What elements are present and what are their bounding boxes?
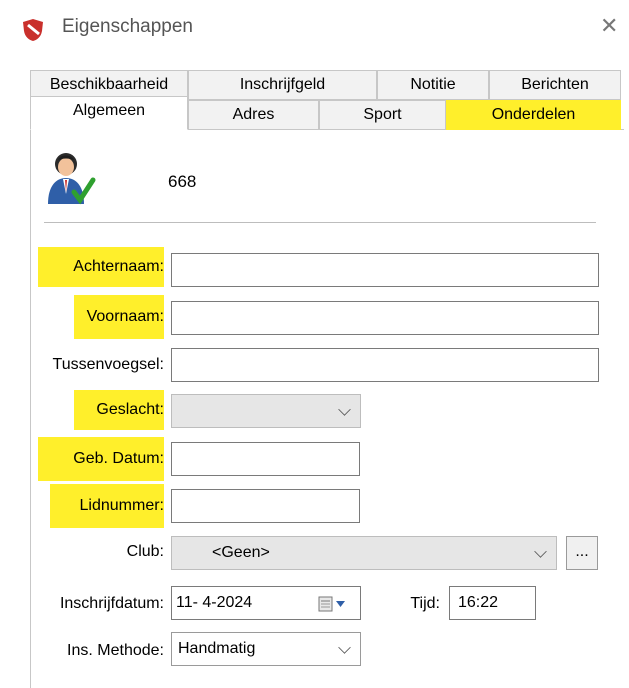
close-icon[interactable]: ✕ [600, 13, 618, 39]
tab-sport[interactable]: Sport [319, 100, 446, 130]
tab-inschrijfgeld[interactable]: Inschrijfgeld [188, 70, 377, 100]
member-id: 668 [168, 172, 197, 191]
tab-onderdelen[interactable]: Onderdelen [446, 100, 621, 130]
achternaam-field[interactable] [171, 253, 599, 287]
window-title: Eigenschappen [62, 16, 193, 37]
geb-datum-field[interactable] [171, 442, 360, 476]
chevron-down-icon [338, 641, 351, 654]
tab-label: Adres [232, 106, 275, 123]
tab-label: Beschikbaarheid [49, 76, 169, 93]
voornaam-label: Voornaam: [74, 295, 164, 339]
divider [44, 222, 596, 223]
tussenvoegsel-field[interactable] [171, 348, 599, 382]
geslacht-label: Geslacht: [74, 390, 164, 430]
tussenvoegsel-label: Tussenvoegsel: [52, 356, 164, 373]
tab-berichten[interactable]: Berichten [489, 70, 621, 100]
tab-label: Onderdelen [491, 106, 576, 123]
club-more-button[interactable]: ... [566, 536, 598, 570]
tab-label: Algemeen [72, 102, 146, 119]
tab-label: Sport [363, 106, 402, 123]
geb-datum-label: Geb. Datum: [38, 437, 164, 481]
tijd-field[interactable]: 16:22 [449, 586, 536, 620]
tab-label: Notitie [410, 76, 456, 93]
club-dropdown[interactable]: <Geen> [171, 536, 557, 570]
inschrijfdatum-label: Inschrijfdatum: [59, 595, 164, 612]
tijd-label: Tijd: [410, 595, 440, 612]
ins-methode-label: Ins. Methode: [67, 642, 164, 659]
calendar-icon[interactable] [318, 596, 348, 612]
person-check-icon [48, 153, 96, 205]
club-value: <Geen> [212, 544, 270, 561]
club-label: Club: [126, 543, 164, 560]
ins-methode-dropdown[interactable]: Handmatig [171, 632, 361, 666]
tab-label: Berichten [521, 76, 589, 93]
lidnummer-field[interactable] [171, 489, 360, 523]
shield-icon [23, 19, 43, 41]
tab-adres[interactable]: Adres [188, 100, 319, 130]
geslacht-dropdown[interactable] [171, 394, 361, 428]
inschrijfdatum-field[interactable]: 11- 4-2024 [171, 586, 361, 620]
lidnummer-label: Lidnummer: [50, 484, 164, 528]
tab-label: Inschrijfgeld [239, 76, 326, 93]
tab-notitie[interactable]: Notitie [377, 70, 489, 100]
chevron-down-icon [338, 403, 351, 416]
chevron-down-icon [534, 545, 547, 558]
ins-methode-value: Handmatig [178, 640, 256, 657]
achternaam-label: Achternaam: [38, 247, 164, 287]
voornaam-field[interactable] [171, 301, 599, 335]
tab-algemeen[interactable]: Algemeen [30, 96, 188, 130]
